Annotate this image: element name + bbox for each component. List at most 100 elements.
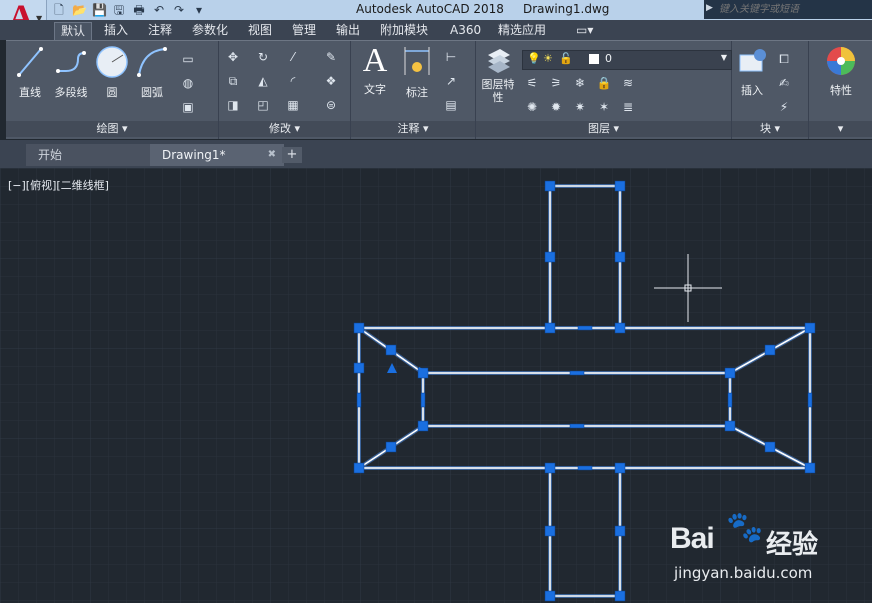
layer-on-all-icon[interactable]: ✺ [524,99,540,115]
grip[interactable] [614,180,626,192]
print-icon[interactable]: 🖶 [132,2,146,18]
fillet-icon[interactable]: ◜ [285,73,301,89]
block-attribute-icon[interactable]: ⚡ [776,99,792,115]
tab-insert[interactable]: 插入 [98,22,134,39]
create-block-icon[interactable]: ⧠ [776,51,792,67]
grip[interactable] [385,441,397,453]
stretch-icon[interactable]: ◨ [225,97,241,113]
doc-tab-start[interactable]: 开始 [26,144,158,166]
new-tab-button[interactable]: + [282,147,302,163]
move-icon[interactable]: ✥ [225,49,241,65]
tab-manage[interactable]: 管理 [286,22,322,39]
grip[interactable] [764,344,776,356]
grip[interactable] [544,322,556,334]
text-tool[interactable]: A 文字 [357,43,393,97]
annotation-panel-title[interactable]: 注释 ▾ [351,121,475,137]
scale-icon[interactable]: ◰ [255,97,271,113]
layer-properties-tool[interactable]: 图层特性 [480,45,516,104]
grip[interactable] [356,392,362,408]
layer-off-icon[interactable]: ⚟ [524,75,540,91]
qat-dropdown-icon[interactable]: ▾ [192,2,206,18]
grip[interactable] [804,322,816,334]
tab-parametric[interactable]: 参数化 [186,22,234,39]
leader-icon[interactable]: ↗ [443,73,459,89]
grip[interactable] [764,441,776,453]
grip[interactable] [724,420,736,432]
ribbon-minimize-button[interactable]: ▭▾ [570,22,599,39]
trim-icon[interactable]: ⁄ [285,49,301,65]
circle-tool[interactable]: 圆 [94,45,130,100]
boundary-icon[interactable]: ▣ [180,99,196,115]
tab-home[interactable]: 默认 [54,22,93,40]
grip[interactable] [353,362,365,374]
search-arrow-icon[interactable]: ▶ [706,3,713,13]
grip[interactable] [614,251,626,263]
rotate-icon[interactable]: ↻ [255,49,271,65]
properties-tool[interactable]: 特性 [819,45,863,98]
tab-output[interactable]: 输出 [330,22,366,39]
block-panel-title[interactable]: 块 ▾ [732,121,808,137]
layer-match-icon[interactable]: ≋ [620,75,636,91]
grip[interactable] [544,462,556,474]
grip[interactable] [804,462,816,474]
grip[interactable] [353,462,365,474]
grip[interactable] [569,423,585,429]
redo-icon[interactable]: ↷ [172,2,186,18]
save-as-icon[interactable]: 🖫 [112,2,126,18]
properties-panel-expand[interactable]: ▾ [809,121,872,137]
grip[interactable] [577,325,593,331]
grip[interactable] [614,322,626,334]
grip[interactable] [353,322,365,334]
grip[interactable] [577,465,593,471]
tab-featured-apps[interactable]: 精选应用 [492,22,552,39]
explode-icon[interactable]: ❖ [323,73,339,89]
grip[interactable] [385,344,397,356]
close-icon[interactable]: ✖ [268,144,276,166]
polyline-tool[interactable]: 多段线 [48,45,94,100]
grip[interactable] [614,590,626,602]
grip[interactable] [417,420,429,432]
array-icon[interactable]: ▦ [285,97,301,113]
rectangle-icon[interactable]: ▭ [180,51,196,67]
grip[interactable] [420,392,426,408]
dimension-tool[interactable]: 标注 [399,45,435,100]
layer-unisolate-icon[interactable]: ✹ [548,99,564,115]
grip[interactable] [724,367,736,379]
layer-isolate-icon[interactable]: ⚞ [548,75,564,91]
tab-addins[interactable]: 附加模块 [374,22,434,39]
line-tool[interactable]: 直线 [12,45,48,100]
layer-walk-icon[interactable]: ≣ [620,99,636,115]
grip[interactable] [807,392,813,408]
grip[interactable] [614,525,626,537]
mirror-icon[interactable]: ◭ [255,73,271,89]
arc-tool[interactable]: 圆弧 [132,45,172,100]
copy-icon[interactable]: ⧉ [225,73,241,89]
grip[interactable] [614,462,626,474]
edit-block-icon[interactable]: ✍ [776,75,792,91]
save-icon[interactable]: 💾 [92,2,107,18]
doc-tab-drawing1[interactable]: Drawing1* ✖ [150,144,284,166]
new-file-icon[interactable]: 🗋 [52,2,66,18]
modify-panel-title[interactable]: 修改 ▾ [219,121,350,137]
layer-freeze-icon[interactable]: ❄ [572,75,588,91]
offset-icon[interactable]: ⊜ [323,97,339,113]
grip[interactable] [727,392,733,408]
grip[interactable] [544,251,556,263]
hatch-icon[interactable]: ◍ [180,75,196,91]
grip[interactable] [569,370,585,376]
layer-unlock-all-icon[interactable]: ✶ [596,99,612,115]
search-input[interactable] [717,1,871,18]
draw-panel-title[interactable]: 绘图 ▾ [6,121,218,137]
tab-view[interactable]: 视图 [242,22,278,39]
grip[interactable] [544,590,556,602]
grip[interactable] [544,525,556,537]
layer-dropdown[interactable]: 💡 ☀ 🔓 0 ▼ [522,50,732,70]
insert-block-tool[interactable]: 插入 [734,45,770,98]
grip[interactable] [544,180,556,192]
layer-thaw-all-icon[interactable]: ✷ [572,99,588,115]
layer-lock-icon[interactable]: 🔒 [596,75,612,91]
tab-annotate[interactable]: 注释 [142,22,178,39]
undo-icon[interactable]: ↶ [152,2,166,18]
layers-panel-title[interactable]: 图层 ▾ [476,121,731,137]
table-icon[interactable]: ▤ [443,97,459,113]
